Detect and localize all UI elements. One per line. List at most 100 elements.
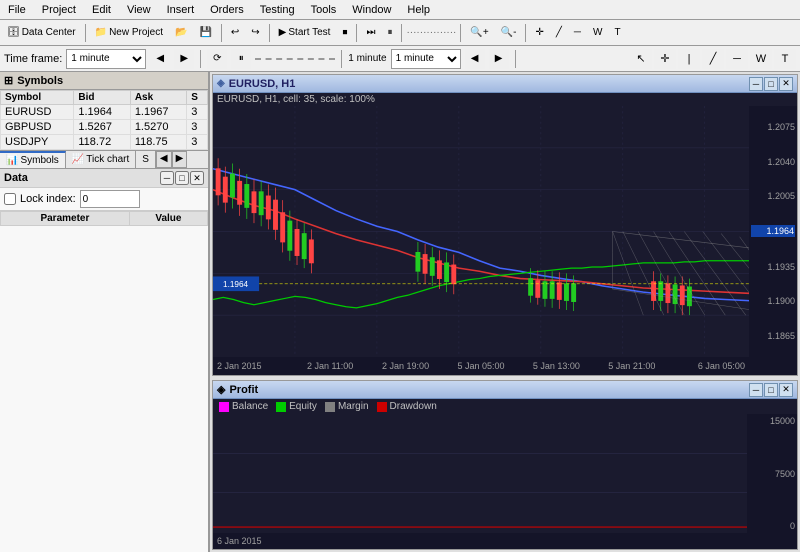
start-test-button[interactable]: ▶ Start Test bbox=[274, 22, 336, 44]
chart-titlebar: ◈ EURUSD, H1 ─ □ ✕ bbox=[213, 75, 797, 93]
table-row[interactable]: GBPUSD 1.5267 1.5270 3 bbox=[1, 120, 208, 135]
vline-button[interactable]: | bbox=[678, 49, 700, 69]
data-panel-controls: ─ □ ✕ bbox=[160, 171, 204, 185]
draw-hline-button[interactable]: ─ bbox=[726, 49, 748, 69]
menu-file[interactable]: File bbox=[0, 2, 34, 18]
tab-scroll-left[interactable]: ◀ bbox=[156, 151, 172, 168]
chart-title: EURUSD, H1 bbox=[229, 78, 296, 90]
tf-fwd-button[interactable]: ▶ bbox=[174, 49, 194, 69]
new-project-button[interactable]: 📁 New Project bbox=[90, 22, 168, 44]
new-project-icon: 📁 bbox=[95, 27, 107, 38]
tf-nav-back[interactable]: ◀ bbox=[465, 49, 485, 69]
crosshair-button[interactable]: ✛ bbox=[530, 22, 548, 44]
pause-button[interactable]: ⏸ bbox=[382, 22, 397, 44]
text-button[interactable]: W bbox=[588, 22, 607, 44]
price-label-7: 1.1865 bbox=[751, 331, 795, 341]
data-panel: Data ─ □ ✕ Lock index: Parameter Value bbox=[0, 169, 208, 552]
balance-label: Balance bbox=[232, 401, 268, 412]
zoom-out-button[interactable]: 🔍- bbox=[496, 22, 522, 44]
tab-tick-chart[interactable]: 📈 Tick chart bbox=[66, 151, 136, 168]
step-button[interactable]: ⏭ bbox=[361, 22, 380, 44]
menu-insert[interactable]: Insert bbox=[159, 2, 203, 18]
redo-button[interactable]: ↪ bbox=[246, 22, 264, 44]
save-button[interactable]: 💾 bbox=[194, 22, 216, 44]
timeframe-select[interactable]: 1 minute 5 minutes 15 minutes 1 hour bbox=[66, 49, 146, 69]
open-button[interactable]: 📂 bbox=[170, 22, 192, 44]
lock-input[interactable] bbox=[80, 190, 140, 208]
price-label-6: 1.1900 bbox=[751, 296, 795, 306]
stop-button[interactable]: ⏹ bbox=[337, 22, 352, 44]
stop-icon: ⏹ bbox=[342, 27, 347, 38]
cursor-mode-button[interactable]: ↖ bbox=[630, 49, 652, 69]
data-table: Parameter Value bbox=[0, 211, 208, 226]
text-tool-button[interactable]: W bbox=[750, 49, 772, 69]
symbols-section: ⊞ Symbols Symbol Bid Ask S EURUSD 1.1964 bbox=[0, 72, 208, 150]
tf-right-select[interactable]: 1 minute 5 minutes 1 hour bbox=[391, 49, 461, 69]
big-text-tool-button[interactable]: T bbox=[774, 49, 796, 69]
bigtext-button[interactable]: T bbox=[609, 22, 625, 44]
menu-window[interactable]: Window bbox=[344, 2, 399, 18]
toolbar-sep-4 bbox=[356, 24, 357, 42]
margin-label: Margin bbox=[338, 401, 369, 412]
col-ask[interactable]: Ask bbox=[130, 91, 186, 105]
profit-window: ◈ Profit ─ □ ✕ Balance Equity bbox=[212, 380, 798, 550]
data-col-param[interactable]: Parameter bbox=[1, 212, 130, 226]
profit-maximize-btn[interactable]: □ bbox=[764, 383, 778, 397]
menu-view[interactable]: View bbox=[119, 2, 159, 18]
profit-minimize-btn[interactable]: ─ bbox=[749, 383, 763, 397]
menu-testing[interactable]: Testing bbox=[252, 2, 303, 18]
tab-s[interactable]: S bbox=[136, 151, 156, 168]
line-icon: ╱ bbox=[556, 27, 562, 38]
tf-back-button[interactable]: ◀ bbox=[150, 49, 170, 69]
draw-line-button[interactable]: ╱ bbox=[702, 49, 724, 69]
tf-pause-btn[interactable]: ⏸ bbox=[231, 49, 251, 69]
chart-main-area[interactable]: 1.1964 1.2075 1.2040 1.2005 1.1964 1.193… bbox=[213, 106, 797, 357]
table-row[interactable]: EURUSD 1.1964 1.1967 3 bbox=[1, 105, 208, 120]
legend-balance: Balance bbox=[219, 401, 268, 412]
time-axis: 2 Jan 2015 2 Jan 11:00 2 Jan 19:00 5 Jan… bbox=[213, 357, 797, 375]
data-header: Data ─ □ ✕ bbox=[0, 169, 208, 188]
line-button[interactable]: ╱ bbox=[551, 22, 567, 44]
chart-minimize-btn[interactable]: ─ bbox=[749, 77, 763, 91]
data-center-button[interactable]: 🗄 Data Center bbox=[2, 22, 81, 44]
col-bid[interactable]: Bid bbox=[74, 91, 130, 105]
zoom-in-button[interactable]: 🔍+ bbox=[465, 22, 493, 44]
crosshair-mode-button[interactable]: ✛ bbox=[654, 49, 676, 69]
lock-checkbox[interactable] bbox=[4, 193, 16, 205]
profit-title-left: ◈ Profit bbox=[217, 383, 258, 396]
tab-symbols[interactable]: 📊 Symbols bbox=[0, 151, 66, 168]
col-s[interactable]: S bbox=[187, 91, 208, 105]
profit-chart-svg bbox=[213, 414, 747, 533]
bigtext-icon: T bbox=[614, 27, 620, 38]
data-minimize-btn[interactable]: ─ bbox=[160, 171, 174, 185]
data-maximize-btn[interactable]: □ bbox=[175, 171, 189, 185]
menu-project[interactable]: Project bbox=[34, 2, 84, 18]
col-symbol[interactable]: Symbol bbox=[1, 91, 74, 105]
symbol-eurusd: EURUSD bbox=[1, 105, 74, 120]
toolbar-sep-5 bbox=[401, 24, 402, 42]
speed-slider[interactable] bbox=[255, 58, 335, 60]
symbols-tab-label: Symbols bbox=[20, 155, 58, 166]
tf-nav-fwd[interactable]: ▶ bbox=[489, 49, 509, 69]
tab-scroll-right[interactable]: ▶ bbox=[172, 151, 188, 168]
start-test-icon: ▶ bbox=[279, 27, 287, 38]
menu-edit[interactable]: Edit bbox=[84, 2, 119, 18]
chart-close-btn[interactable]: ✕ bbox=[779, 77, 793, 91]
data-close-btn[interactable]: ✕ bbox=[190, 171, 204, 185]
menu-tools[interactable]: Tools bbox=[303, 2, 345, 18]
menu-orders[interactable]: Orders bbox=[202, 2, 252, 18]
hline-button[interactable]: ─ bbox=[569, 22, 586, 44]
ask-usdjpy: 118.75 bbox=[130, 135, 186, 150]
data-col-value[interactable]: Value bbox=[129, 212, 207, 226]
profit-title-text: Profit bbox=[229, 384, 258, 396]
chart-titlebar-left: ◈ EURUSD, H1 bbox=[217, 78, 295, 90]
table-row[interactable]: USDJPY 118.72 118.75 3 bbox=[1, 135, 208, 150]
menu-help[interactable]: Help bbox=[399, 2, 438, 18]
time-label-7: 6 Jan 05:00 bbox=[670, 361, 745, 371]
tf-refresh-button[interactable]: ⟳ bbox=[207, 49, 227, 69]
chart-maximize-btn[interactable]: □ bbox=[764, 77, 778, 91]
profit-chart-area[interactable]: 15000 7500 0 bbox=[213, 414, 797, 533]
undo-button[interactable]: ↩ bbox=[226, 22, 244, 44]
tf-right-label: 1 minute bbox=[348, 53, 386, 64]
profit-close-btn[interactable]: ✕ bbox=[779, 383, 793, 397]
